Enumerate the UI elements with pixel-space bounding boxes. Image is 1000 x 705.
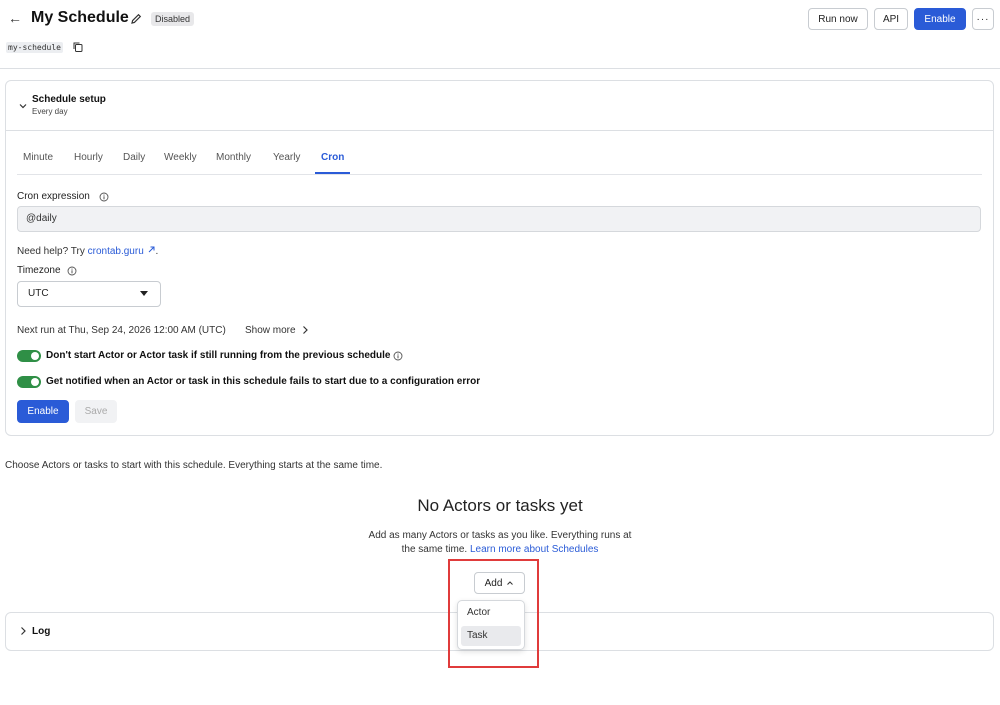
info-icon[interactable] xyxy=(393,351,403,361)
active-tab-indicator xyxy=(315,172,350,174)
external-link-icon[interactable] xyxy=(147,245,156,254)
save-button[interactable]: Save xyxy=(75,400,117,423)
back-arrow-icon[interactable]: ← xyxy=(8,10,24,26)
info-icon[interactable] xyxy=(67,266,77,276)
caret-down-icon xyxy=(140,291,148,296)
actors-instructions: Choose Actors or tasks to start with thi… xyxy=(5,460,383,471)
status-badge: Disabled xyxy=(151,12,195,26)
help-suffix: . xyxy=(155,246,159,257)
tabs-divider xyxy=(17,174,982,175)
toggle-skip-running-label: Don't start Actor or Actor task if still… xyxy=(46,350,391,361)
empty-state-description: Add as many Actors or tasks as you like.… xyxy=(360,529,640,557)
help-text: Need help? Try crontab.guru . xyxy=(17,245,158,257)
empty-state-title: No Actors or tasks yet xyxy=(417,496,583,515)
tab-weekly[interactable]: Weekly xyxy=(164,152,197,163)
show-more-button[interactable]: Show more xyxy=(245,325,296,336)
next-run-text: Next run at Thu, Sep 24, 2026 12:00 AM (… xyxy=(17,325,226,336)
chevron-down-icon[interactable] xyxy=(18,101,28,111)
crontab-guru-link[interactable]: crontab.guru xyxy=(88,246,144,257)
log-title[interactable]: Log xyxy=(32,626,50,637)
more-options-button[interactable]: ··· xyxy=(972,8,994,30)
schedule-setup-subtitle: Every day xyxy=(32,107,68,116)
edit-pencil-icon[interactable] xyxy=(129,12,143,26)
cron-expression-input[interactable]: @daily xyxy=(17,206,981,232)
schedule-setup-title[interactable]: Schedule setup xyxy=(32,94,106,105)
tab-monthly[interactable]: Monthly xyxy=(216,152,251,163)
enable-button-header[interactable]: Enable xyxy=(914,8,966,30)
run-now-button[interactable]: Run now xyxy=(808,8,868,30)
learn-more-link[interactable]: Learn more about Schedules xyxy=(470,544,598,555)
toggle-notify-failure[interactable] xyxy=(17,376,41,388)
highlight-annotation-box xyxy=(448,559,539,668)
empty-desc-line2: the same time. xyxy=(401,544,470,555)
tab-daily[interactable]: Daily xyxy=(123,152,145,163)
tab-yearly[interactable]: Yearly xyxy=(273,152,300,163)
header-divider xyxy=(0,68,1000,69)
help-prefix: Need help? Try xyxy=(17,246,88,257)
schedule-slug: my-schedule xyxy=(6,42,63,53)
chevron-right-icon[interactable] xyxy=(300,325,310,335)
enable-button[interactable]: Enable xyxy=(17,400,69,423)
api-button[interactable]: API xyxy=(874,8,908,30)
tab-cron[interactable]: Cron xyxy=(321,152,344,163)
toggle-notify-failure-label: Get notified when an Actor or task in th… xyxy=(46,376,481,387)
chevron-right-icon[interactable] xyxy=(18,626,28,636)
info-icon[interactable] xyxy=(99,192,109,202)
tab-hourly[interactable]: Hourly xyxy=(74,152,103,163)
empty-desc-line1: Add as many Actors or tasks as you like.… xyxy=(368,530,632,541)
copy-icon[interactable] xyxy=(72,41,84,53)
toggle-skip-running[interactable] xyxy=(17,350,41,362)
cron-expression-label: Cron expression xyxy=(17,191,90,202)
page-title: My Schedule xyxy=(31,9,129,26)
card-divider xyxy=(6,130,993,131)
tab-minute[interactable]: Minute xyxy=(23,152,53,163)
timezone-label: Timezone xyxy=(17,265,61,276)
